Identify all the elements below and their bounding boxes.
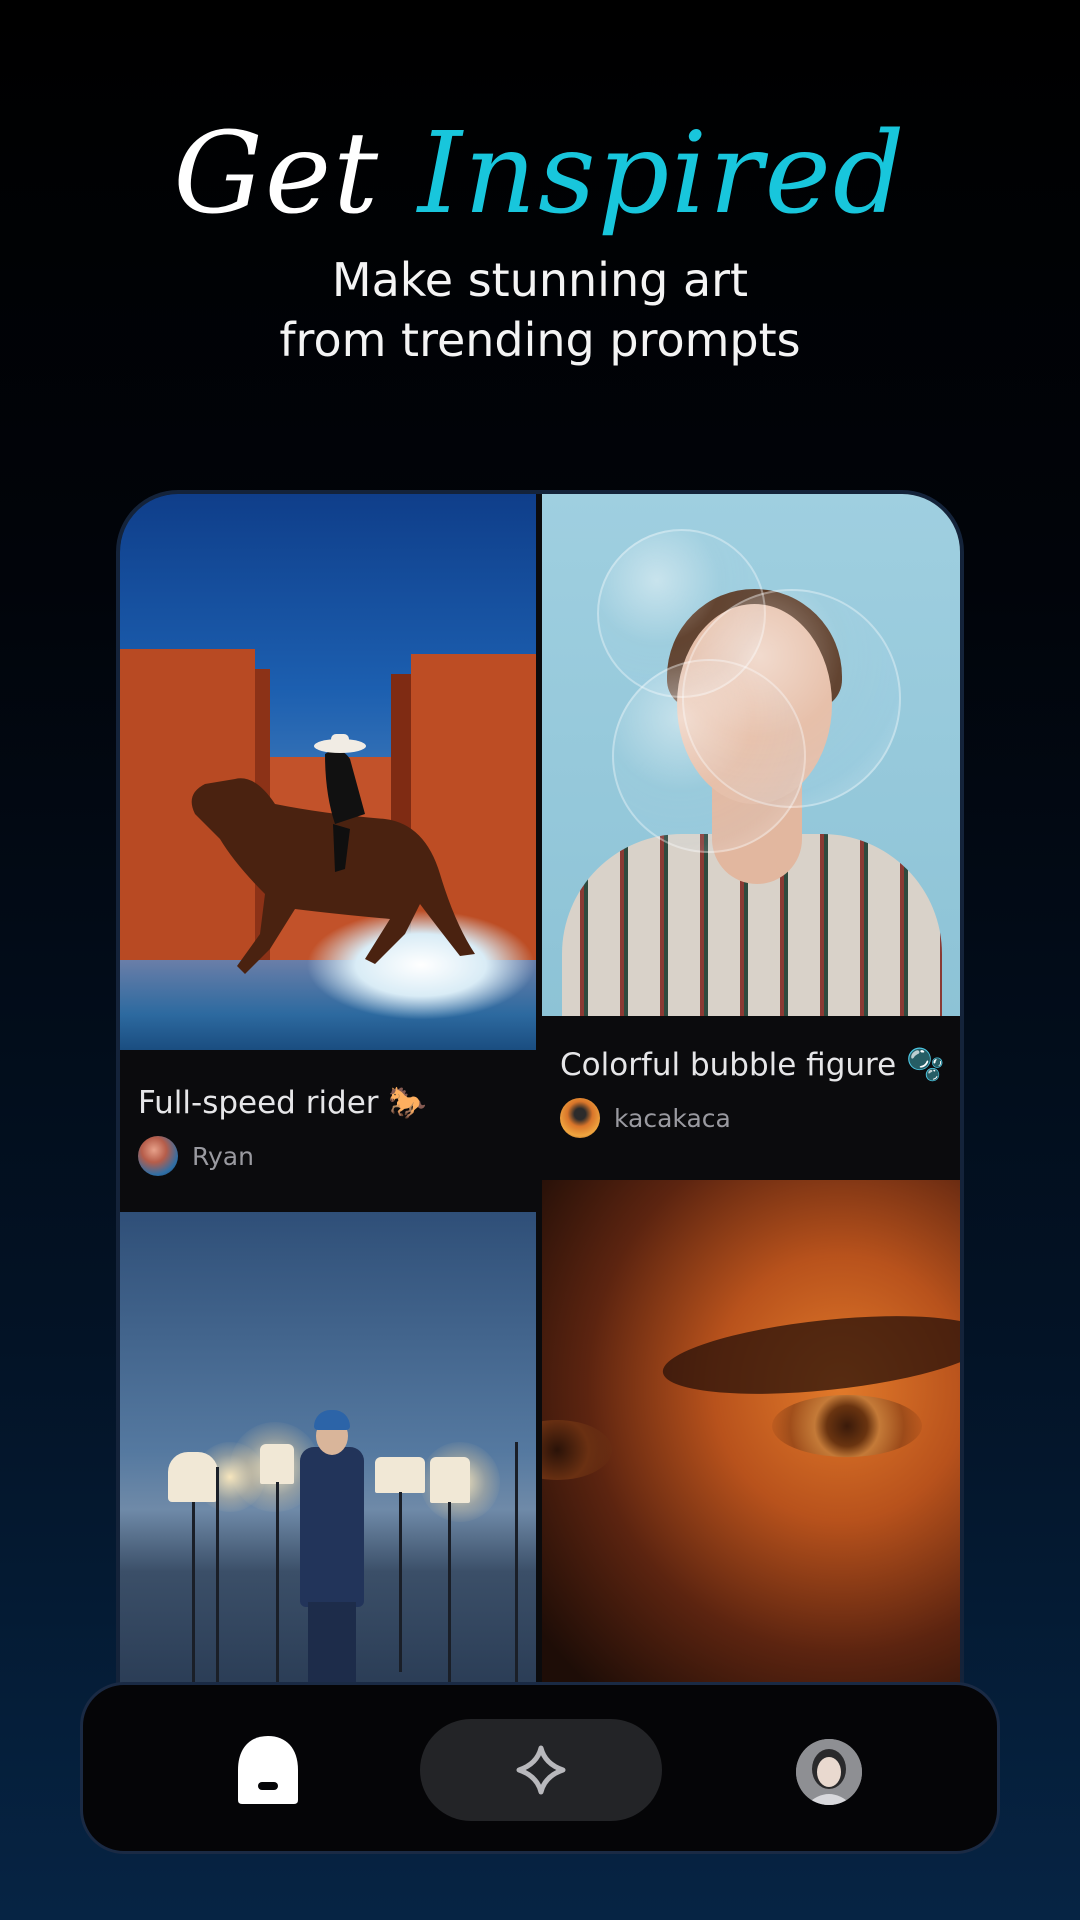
author-name: kacakaca — [614, 1103, 731, 1133]
subtitle-line-2: from trending prompts — [279, 313, 801, 367]
feed-card[interactable] — [542, 1180, 960, 1700]
lamps-man-image — [120, 1212, 536, 1692]
card-title: Full-speed rider 🐎 — [138, 1085, 428, 1121]
feed-card[interactable]: Full-speed rider 🐎 Ryan — [120, 494, 536, 1206]
bottom-nav — [80, 1682, 1000, 1854]
headline-accent: Inspired — [417, 109, 907, 239]
subtitle-line-1: Make stunning art — [331, 253, 749, 307]
phone-frame: Full-speed rider 🐎 Ryan Colorful bubble … — [116, 490, 964, 1810]
author-name: Ryan — [192, 1141, 254, 1171]
eye-closeup-image — [542, 1180, 960, 1700]
card-author[interactable]: kacakaca — [560, 1098, 731, 1138]
horse-rider-image — [120, 494, 536, 1050]
avatar — [138, 1136, 178, 1176]
feed-card[interactable] — [120, 1212, 536, 1692]
card-author[interactable]: Ryan — [138, 1136, 254, 1176]
bubble-portrait-image — [542, 494, 960, 1016]
feed-card[interactable]: Colorful bubble figure 🫧 kacakaca — [542, 494, 960, 1174]
avatar — [560, 1098, 600, 1138]
subtitle: Make stunning art from trending prompts — [0, 250, 1080, 370]
page-title: Get Inspired — [0, 118, 1080, 230]
sparkle-icon — [516, 1745, 566, 1795]
horse-icon — [191, 734, 475, 974]
headline-white: Get — [173, 109, 381, 239]
card-title: Colorful bubble figure 🫧 — [560, 1047, 945, 1083]
create-button[interactable] — [420, 1719, 662, 1821]
profile-avatar[interactable] — [796, 1739, 862, 1805]
home-icon[interactable] — [228, 1730, 308, 1810]
